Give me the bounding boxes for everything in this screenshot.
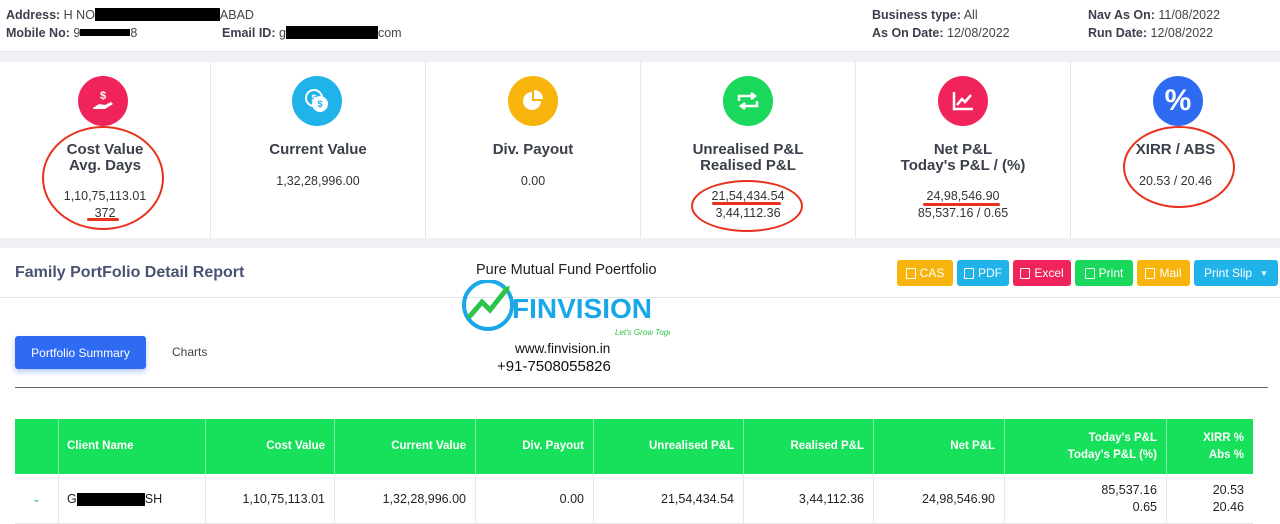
cost-value-cell: 1,10,75,113.01 xyxy=(206,474,335,524)
pdf-button[interactable]: PDF xyxy=(957,260,1009,286)
print-button[interactable]: Print xyxy=(1075,260,1133,286)
annotation-underline xyxy=(923,203,1000,206)
annotation-underline xyxy=(87,218,119,221)
column-header[interactable]: Realised P&L xyxy=(744,419,874,474)
redaction-bar xyxy=(76,492,145,506)
address-info: Address: H NO ABAD xyxy=(6,8,254,22)
run-date-info: Run Date: 12/08/2022 xyxy=(1088,26,1214,40)
annotation-circle xyxy=(691,180,803,232)
line-chart-icon xyxy=(938,76,988,126)
column-header[interactable]: Client Name xyxy=(59,419,206,474)
svg-text:Let's Grow Together: Let's Grow Together xyxy=(615,328,670,337)
div-payout-cell: 0.00 xyxy=(476,474,594,524)
pie-chart-icon xyxy=(508,76,558,126)
redaction-bar xyxy=(285,26,378,39)
column-header[interactable]: Net P&L xyxy=(874,419,1005,474)
pdf-icon xyxy=(964,267,974,279)
summary-cards: $ Cost Value Avg. Days 1,10,75,113.01 37… xyxy=(0,62,1280,238)
column-header[interactable]: Div. Payout xyxy=(476,419,594,474)
tab-charts[interactable]: Charts xyxy=(172,345,207,359)
portfolio-table: Client Name Cost Value Current Value Div… xyxy=(15,419,1253,524)
column-header-todays-pl[interactable]: Today's P&L Today's P&L (%) xyxy=(1005,419,1167,474)
caret-down-icon: ▼ xyxy=(1260,268,1268,278)
mobile-info: Mobile No: 98 xyxy=(6,26,138,40)
hand-dollar-icon: $ xyxy=(78,76,128,126)
percent-icon: % xyxy=(1153,76,1203,126)
tab-portfolio-summary[interactable]: Portfolio Summary xyxy=(15,336,146,369)
redaction-bar xyxy=(94,8,220,21)
as-on-date-info: As On Date: 12/08/2022 xyxy=(872,26,1010,40)
card-subtitle: Today's P&L / (%) xyxy=(900,157,1026,174)
svg-text:$: $ xyxy=(311,93,316,103)
div-payout-card: Div. Payout 0.00 xyxy=(426,62,641,238)
table-header: Client Name Cost Value Current Value Div… xyxy=(15,419,1253,474)
pl-card: Unrealised P&L Realised P&L 21,54,434.54… xyxy=(641,62,856,238)
annotation-circle xyxy=(1123,126,1235,208)
finvision-logo: FINVISION Let's Grow Together xyxy=(460,279,687,342)
client-info-bar: Address: H NO ABAD Mobile No: 98 Email ID… xyxy=(0,0,1280,52)
card-subtitle: Realised P&L xyxy=(700,157,796,174)
tabs-divider xyxy=(15,387,1268,388)
repeat-icon xyxy=(723,76,773,126)
report-title: Family PortFolio Detail Report xyxy=(15,264,245,281)
column-header[interactable]: Cost Value xyxy=(206,419,335,474)
xirr-card: % XIRR / ABS 20.53 / 20.46 xyxy=(1071,62,1280,238)
file-icon xyxy=(905,267,916,279)
div-payout-value: 0.00 xyxy=(520,174,546,188)
money-chat-icon: $ $ xyxy=(292,76,342,126)
watermark-phone: +91-7508055826 xyxy=(497,358,611,375)
expand-column-header xyxy=(15,419,59,474)
column-header[interactable]: Current Value xyxy=(335,419,476,474)
client-name-cell[interactable]: G SH xyxy=(59,474,206,524)
net-pl-card: Net P&L Today's P&L / (%) 24,98,546.90 8… xyxy=(856,62,1071,238)
business-type-info: Business type: All xyxy=(872,8,978,22)
card-title: Unrealised P&L xyxy=(692,141,804,158)
svg-text:$: $ xyxy=(100,90,106,102)
net-pl-value: 24,98,546.90 xyxy=(926,189,1000,203)
annotation-circle xyxy=(42,126,164,230)
cost-value-card: $ Cost Value Avg. Days 1,10,75,113.01 37… xyxy=(0,62,211,238)
svg-text:$: $ xyxy=(317,99,322,109)
card-title: Div. Payout xyxy=(492,141,574,158)
current-value-cell: 1,32,28,996.00 xyxy=(335,474,476,524)
svg-text:FINVISION: FINVISION xyxy=(512,293,652,324)
cas-button[interactable]: CAS xyxy=(897,260,953,286)
column-header-xirr-abs[interactable]: XIRR % Abs % xyxy=(1167,419,1253,474)
mail-button[interactable]: Mail xyxy=(1137,260,1190,286)
card-title: Current Value xyxy=(269,141,367,158)
todays-pl-cell: 85,537.16 0.65 xyxy=(1005,474,1167,524)
card-title: Net P&L xyxy=(933,141,993,158)
mail-icon xyxy=(1145,267,1156,279)
expand-row-toggle[interactable]: ⌄ xyxy=(15,474,59,524)
net-pl-cell: 24,98,546.90 xyxy=(874,474,1005,524)
current-value-card: $ $ Current Value 1,32,28,996.00 xyxy=(211,62,426,238)
watermark-title: Pure Mutual Fund Poertfolio xyxy=(476,262,657,278)
watermark-website: www.finvision.in xyxy=(515,341,611,356)
xirr-abs-cell: 20.53 20.46 xyxy=(1212,483,1244,514)
print-slip-dropdown[interactable]: Print Slip ▼ xyxy=(1194,260,1278,286)
nav-date-info: Nav As On: 11/08/2022 xyxy=(1088,8,1221,22)
report-panel: Family PortFolio Detail Report CAS PDF E… xyxy=(0,248,1280,524)
excel-icon xyxy=(1020,267,1031,279)
annotation-underline xyxy=(712,202,781,205)
realised-pl-cell: 3,44,112.36 xyxy=(744,474,874,524)
unrealised-pl-cell: 21,54,434.54 xyxy=(594,474,744,524)
column-header[interactable]: Unrealised P&L xyxy=(594,419,744,474)
todays-pl-value: 85,537.16 / 0.65 xyxy=(917,206,1009,220)
table-row: ⌄ G SH 1,10,75,113.01 1,32,28,996.00 0.00… xyxy=(15,474,1253,524)
email-info: Email ID: g com xyxy=(222,26,402,40)
excel-button[interactable]: Excel xyxy=(1013,260,1071,286)
chevron-down-icon: ⌄ xyxy=(32,493,41,505)
redaction-bar xyxy=(80,29,131,36)
current-value: 1,32,28,996.00 xyxy=(276,174,360,188)
printer-icon xyxy=(1084,267,1095,279)
